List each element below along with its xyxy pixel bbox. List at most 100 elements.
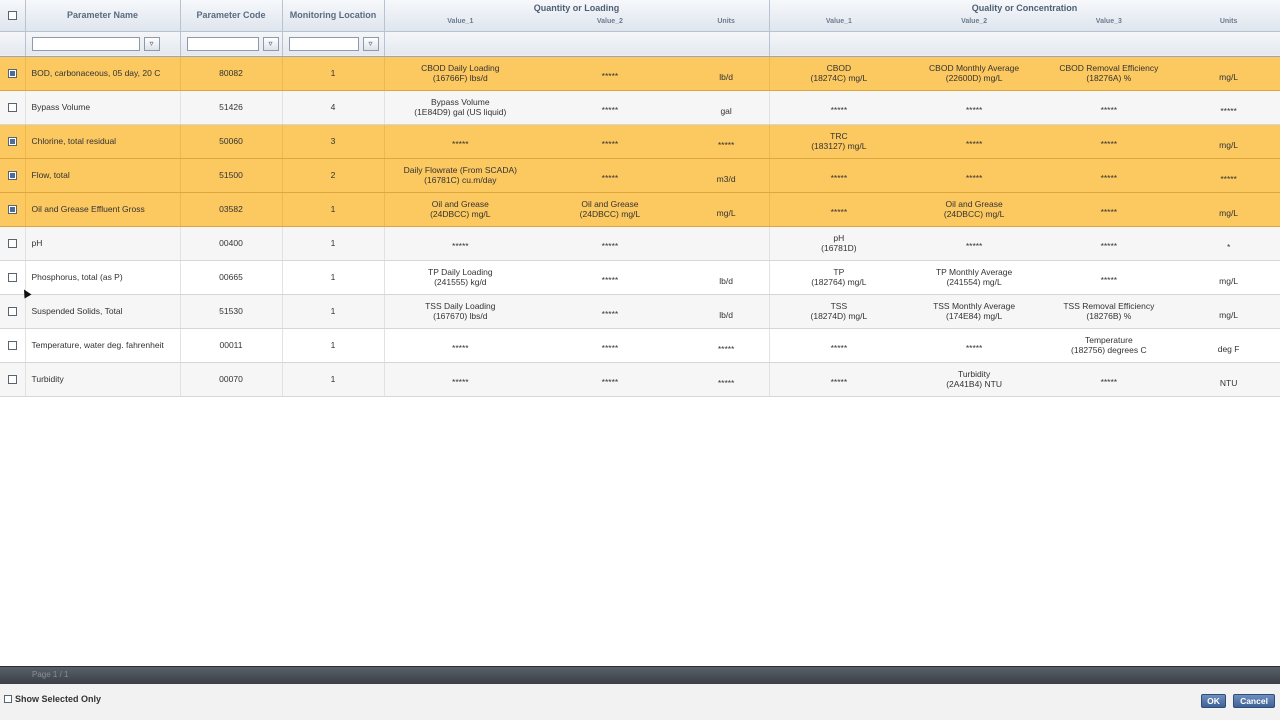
parameter-name-cell: Chlorine, total residual	[25, 124, 181, 159]
quality-cell: ***** ***** ***** *****	[769, 158, 1280, 193]
value-label: *****	[601, 309, 619, 319]
table-row[interactable]: Flow, total 51500 2 Daily Flowrate (From SC…	[0, 158, 1280, 193]
row-select-cell[interactable]	[0, 124, 26, 159]
row-checkbox[interactable]	[7, 205, 17, 215]
table-row[interactable]: Temperature, water deg. fahrenheit 00011 1…	[0, 328, 1280, 363]
value-label: pH	[833, 233, 845, 243]
funnel-icon[interactable]: ▿	[262, 36, 279, 51]
row-checkbox[interactable]	[7, 69, 17, 79]
table-row[interactable]: Turbidity 00070 1 ***** ***** ***** ***** Turbi…	[0, 362, 1280, 397]
row-select-cell[interactable]	[0, 294, 26, 329]
value-label: *****	[1100, 139, 1118, 149]
row-select-cell[interactable]	[0, 362, 26, 397]
parameter-name-cell: Turbidity	[25, 362, 181, 397]
quality-value-2: Turbidity (2A41B4) NTU	[908, 369, 1040, 389]
row-checkbox[interactable]	[7, 103, 17, 113]
row-select-cell[interactable]	[0, 260, 26, 295]
quality-value-1: *****	[770, 371, 909, 387]
value-code: (2A41B4) NTU	[946, 379, 1002, 389]
parameter-code-cell: 00011	[180, 328, 283, 363]
funnel-icon[interactable]: ▿	[362, 36, 379, 51]
funnel-icon[interactable]: ▿	[143, 36, 160, 51]
filter-cell-quantity	[384, 31, 770, 57]
col-quality-value2[interactable]: Value_2	[908, 18, 1040, 25]
quality-value-2: TSS Monthly Average (174E84) mg/L	[908, 301, 1040, 321]
col-quantity-value2[interactable]: Value_2	[536, 18, 684, 25]
col-quality-value1[interactable]: Value_1	[770, 18, 909, 25]
row-checkbox[interactable]	[7, 307, 17, 317]
quality-value-3: CBOD Removal Efficiency (18276A) %	[1040, 63, 1178, 83]
row-select-cell[interactable]	[0, 90, 26, 125]
quality-value-1: TP (182764) mg/L	[770, 267, 909, 287]
row-select-cell[interactable]	[0, 192, 26, 227]
value-label: CBOD Daily Loading	[421, 63, 500, 73]
quantity-value-2: *****	[536, 99, 684, 115]
table-row[interactable]: Suspended Solids, Total 51530 1 TSS Daily L…	[0, 294, 1280, 329]
quality-cell: ***** Oil and Grease (24DBCC) mg/L ***** mg/…	[769, 192, 1280, 227]
row-checkbox[interactable]	[7, 137, 17, 147]
value-label: *****	[601, 71, 619, 81]
value-label: *****	[830, 173, 848, 183]
row-checkbox[interactable]	[7, 341, 17, 351]
ok-button[interactable]: OK	[1201, 694, 1226, 708]
col-parameter-code[interactable]: Parameter Code	[180, 0, 283, 32]
quality-cell: TRC (183127) mg/L ***** ***** mg/L	[769, 124, 1280, 159]
value-label: CBOD Removal Efficiency	[1059, 63, 1159, 73]
col-group-quantity: Quantity or Loading Value_1 Value_2 Unit…	[384, 0, 770, 32]
cancel-button[interactable]: Cancel	[1233, 694, 1275, 708]
row-select-cell[interactable]	[0, 226, 26, 261]
row-select-cell[interactable]	[0, 328, 26, 363]
row-checkbox[interactable]	[7, 171, 17, 181]
col-quality-value3[interactable]: Value_3	[1040, 18, 1178, 25]
value-label: *****	[1100, 241, 1118, 251]
parameter-name-filter-input[interactable]	[31, 36, 140, 51]
quality-units: deg F	[1217, 344, 1240, 354]
value-label: *****	[601, 105, 619, 115]
value-code: (18274D) mg/L	[810, 311, 868, 321]
value-code: (182764) mg/L	[811, 277, 867, 287]
value-label: *****	[965, 139, 983, 149]
value-label: CBOD	[826, 63, 852, 73]
row-checkbox[interactable]	[7, 239, 17, 249]
select-all-header[interactable]	[0, 0, 26, 32]
col-quality-units[interactable]: Units	[1178, 18, 1279, 25]
row-select-cell[interactable]	[0, 56, 26, 91]
row-select-cell[interactable]	[0, 158, 26, 193]
quality-cell: TSS (18274D) mg/L TSS Monthly Average (174E…	[769, 294, 1280, 329]
row-checkbox[interactable]	[7, 273, 17, 283]
row-checkbox[interactable]	[7, 375, 17, 385]
parameter-code-filter-input[interactable]	[186, 36, 259, 51]
quantity-cell: Oil and Grease (24DBCC) mg/L Oil and Greas…	[384, 192, 770, 227]
value-label: *****	[452, 139, 469, 149]
quality-value-3: *****	[1040, 99, 1178, 115]
table-row[interactable]: Bypass Volume 51426 4 Bypass Volume (1E84D9)…	[0, 90, 1280, 125]
select-all-checkbox[interactable]	[7, 11, 17, 21]
table-row[interactable]: Phosphorus, total (as P) 00665 1 TP Daily L…	[0, 260, 1280, 295]
parameter-name-cell: Temperature, water deg. fahrenheit	[25, 328, 181, 363]
table-row[interactable]: Chlorine, total residual 50060 3 ***** *****…	[0, 124, 1280, 159]
quantity-units: lb/d	[719, 72, 733, 82]
monitoring-location-cell: 1	[282, 362, 385, 397]
col-monitoring-location[interactable]: Monitoring Location	[282, 0, 385, 32]
quantity-cell: ***** *****	[384, 226, 770, 261]
value-label: *****	[452, 343, 469, 353]
show-selected-only-checkbox[interactable]	[4, 695, 12, 703]
quantity-units: gal	[720, 106, 732, 116]
value-code: (18276A) %	[1086, 73, 1132, 83]
pager-bar: Page 1 / 1	[0, 666, 1280, 684]
location-filter-input[interactable]	[288, 36, 359, 51]
filter-cell-quality	[769, 31, 1280, 57]
col-quantity-units[interactable]: Units	[684, 18, 768, 25]
col-parameter-name[interactable]: Parameter Name	[25, 0, 181, 32]
col-quantity-value1[interactable]: Value_1	[385, 18, 537, 25]
monitoring-location-cell: 1	[282, 260, 385, 295]
table-row[interactable]: BOD, carbonaceous, 05 day, 20 C 80082 1 CBO…	[0, 56, 1280, 91]
show-selected-only-toggle[interactable]: Show Selected Only	[4, 694, 101, 704]
table-row[interactable]: Oil and Grease Effluent Gross 03582 1 Oil a…	[0, 192, 1280, 227]
parameter-code-cell: 80082	[180, 56, 283, 91]
grid-body: BOD, carbonaceous, 05 day, 20 C 80082 1 CBO…	[0, 56, 1280, 397]
quality-units: *****	[1220, 106, 1237, 116]
value-code: (18274C) mg/L	[810, 73, 868, 83]
quality-value-1: CBOD (18274C) mg/L	[770, 63, 909, 83]
table-row[interactable]: pH 00400 1 ***** ***** pH (16781D) ***** ***** *	[0, 226, 1280, 261]
